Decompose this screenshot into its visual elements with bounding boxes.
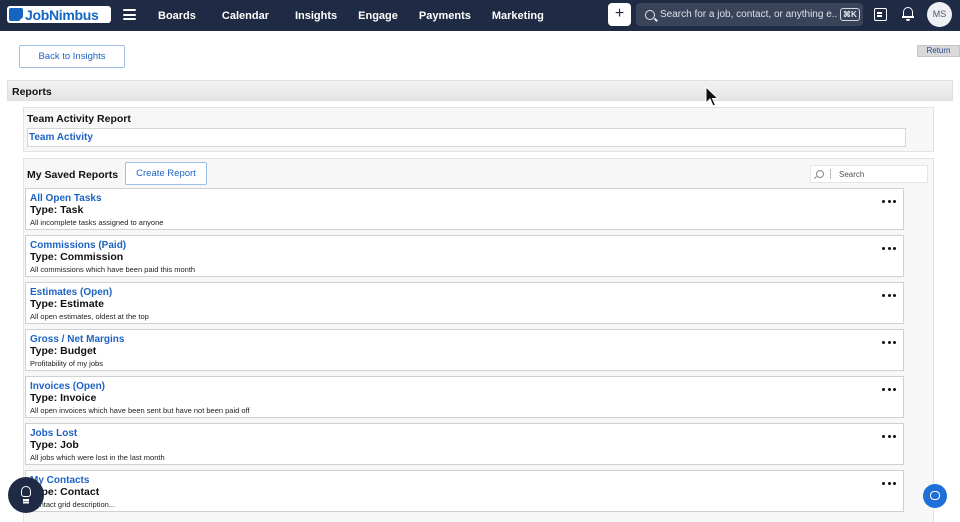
report-description: Profitability of my jobs: [30, 359, 103, 368]
saved-reports-panel: My Saved Reports Create Report All Open …: [23, 158, 934, 522]
nav-payments[interactable]: Payments: [419, 10, 471, 22]
report-title-link[interactable]: Jobs Lost: [30, 428, 77, 439]
report-card: Invoices (Open) Type: Invoice All open i…: [25, 376, 904, 418]
report-title-link[interactable]: Invoices (Open): [30, 381, 105, 392]
main-nav: Boards Calendar Insights Engage Payments…: [158, 0, 570, 31]
report-description: All jobs which were lost in the last mon…: [30, 453, 165, 462]
ellipsis-icon[interactable]: [882, 198, 896, 204]
report-title-link[interactable]: Estimates (Open): [30, 287, 112, 298]
nav-insights[interactable]: Insights: [295, 10, 337, 22]
reports-title: Reports: [12, 86, 52, 98]
global-search-placeholder: Search for a job, contact, or anything e…: [660, 9, 838, 20]
report-type: Type: Job: [30, 439, 79, 451]
logo-mark-icon: [9, 8, 23, 21]
search-shortcut-badge: ⌘K: [840, 8, 860, 21]
team-activity-heading: Team Activity Report: [27, 113, 131, 125]
ellipsis-icon[interactable]: [882, 386, 896, 392]
report-description: All incomplete tasks assigned to anyone: [30, 218, 164, 227]
team-activity-panel: Team Activity Report Team Activity: [23, 107, 934, 152]
report-type: Type: Invoice: [30, 392, 97, 404]
team-activity-row: Team Activity: [27, 128, 906, 147]
add-button[interactable]: +: [608, 3, 631, 26]
ellipsis-icon[interactable]: [882, 245, 896, 251]
report-description: All commissions which have been paid thi…: [30, 265, 196, 274]
report-card: All Open Tasks Type: Task All incomplete…: [25, 188, 904, 230]
nav-boards[interactable]: Boards: [158, 10, 196, 22]
chat-button[interactable]: [923, 484, 947, 508]
user-avatar[interactable]: MS: [927, 2, 952, 27]
report-card: My Contacts Type: Contact Contact grid d…: [25, 470, 904, 512]
logo-text: JobNimbus: [25, 6, 99, 23]
ellipsis-icon[interactable]: [882, 339, 896, 345]
report-type: Type: Budget: [30, 345, 97, 357]
report-card: Estimates (Open) Type: Estimate All open…: [25, 282, 904, 324]
global-search[interactable]: Search for a job, contact, or anything e…: [636, 3, 863, 26]
report-card: Commissions (Paid) Type: Commission All …: [25, 235, 904, 277]
jobnimbus-logo[interactable]: JobNimbus: [7, 6, 111, 23]
report-type: Type: Task: [30, 204, 84, 216]
report-type: Type: Commission: [30, 251, 124, 263]
bell-icon[interactable]: [902, 7, 914, 21]
back-to-insights-button[interactable]: Back to Insights: [19, 45, 125, 68]
ellipsis-icon[interactable]: [882, 292, 896, 298]
top-navbar: JobNimbus Boards Calendar Insights Engag…: [0, 0, 960, 31]
notes-icon[interactable]: [874, 8, 887, 21]
lightbulb-icon: [21, 486, 31, 497]
team-activity-link[interactable]: Team Activity: [29, 132, 93, 143]
nav-calendar[interactable]: Calendar: [222, 10, 269, 22]
ellipsis-icon[interactable]: [882, 480, 896, 486]
report-description: All open invoices which have been sent b…: [30, 406, 250, 415]
report-card: Jobs Lost Type: Job All jobs which were …: [25, 423, 904, 465]
report-title-link[interactable]: Commissions (Paid): [30, 240, 126, 251]
mouse-pointer-icon: [705, 86, 719, 107]
search-icon: [816, 170, 824, 178]
report-type: Type: Estimate: [30, 298, 104, 310]
saved-reports-search[interactable]: [810, 165, 928, 183]
nav-marketing[interactable]: Marketing: [492, 10, 544, 22]
help-button[interactable]: [8, 477, 44, 513]
reports-section-header: Reports: [7, 80, 953, 101]
hamburger-icon[interactable]: [123, 9, 136, 20]
report-description: All open estimates, oldest at the top: [30, 312, 149, 321]
create-report-button[interactable]: Create Report: [125, 162, 207, 185]
search-icon: [645, 9, 655, 20]
report-title-link[interactable]: Gross / Net Margins: [30, 334, 124, 345]
saved-reports-search-input[interactable]: [839, 169, 919, 179]
ellipsis-icon[interactable]: [882, 433, 896, 439]
nav-engage[interactable]: Engage: [358, 10, 398, 22]
report-card: Gross / Net Margins Type: Budget Profita…: [25, 329, 904, 371]
chat-icon: [930, 491, 940, 500]
report-title-link[interactable]: All Open Tasks: [30, 193, 102, 204]
saved-reports-heading: My Saved Reports: [27, 169, 119, 181]
return-button[interactable]: Return: [917, 45, 960, 57]
